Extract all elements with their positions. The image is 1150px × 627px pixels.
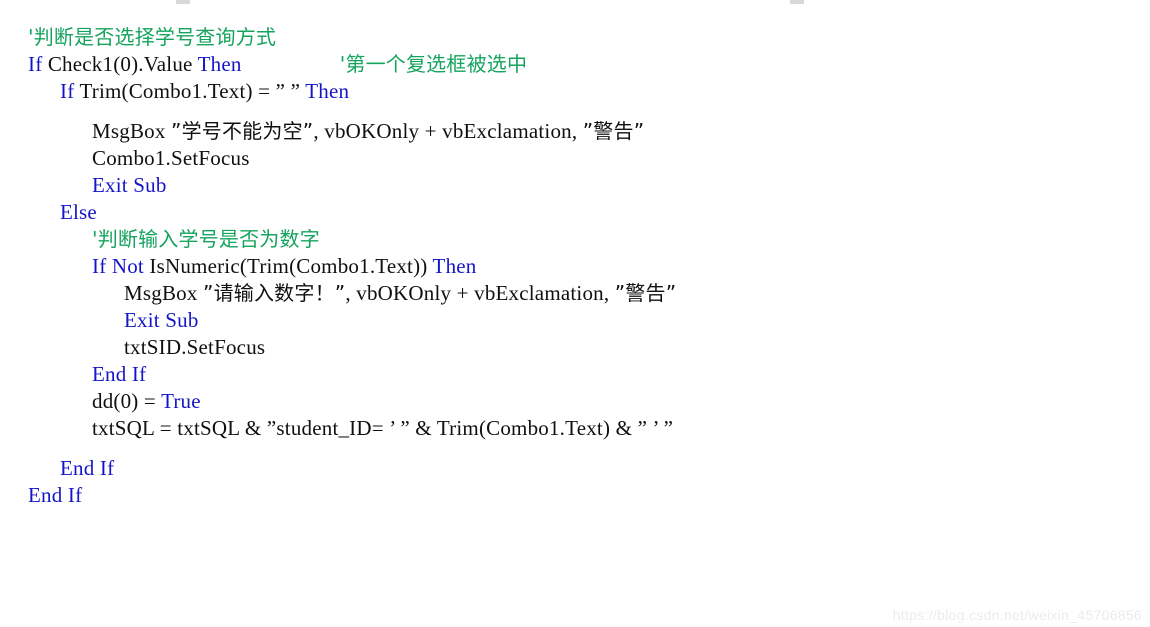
code-token-keyword: True bbox=[161, 389, 201, 413]
code-token-keyword: If bbox=[60, 79, 80, 103]
code-block: '判断是否选择学号查询方式 If Check1(0).Value Then '第一… bbox=[0, 24, 1150, 509]
code-token-keyword: Else bbox=[60, 200, 97, 224]
code-line: If Not IsNumeric(Trim(Combo1.Text)) Then bbox=[0, 253, 1150, 280]
code-line: Exit Sub bbox=[0, 307, 1150, 334]
code-line: If Trim(Combo1.Text) = ” ” Then bbox=[0, 78, 1150, 105]
code-line: '判断输入学号是否为数字 bbox=[0, 226, 1150, 253]
code-token-plain: IsNumeric(Trim(Combo1.Text)) bbox=[149, 254, 433, 278]
code-token-plain: txtSID.SetFocus bbox=[124, 335, 266, 359]
code-token-keyword: End If bbox=[92, 362, 147, 386]
code-token-plain: , vbOKOnly + vbExclamation, bbox=[345, 281, 615, 305]
code-line: MsgBox ”请输入数字！”, vbOKOnly + vbExclamatio… bbox=[0, 280, 1150, 307]
code-token-keyword: End If bbox=[60, 456, 115, 480]
code-token-plain: Trim(Combo1.Text) = ” ” bbox=[79, 79, 306, 103]
code-line: Else bbox=[0, 199, 1150, 226]
code-line: MsgBox ”学号不能为空”, vbOKOnly + vbExclamatio… bbox=[0, 118, 1150, 145]
code-token-keyword: If bbox=[92, 254, 112, 278]
code-token-plain: ”警告” bbox=[614, 281, 677, 305]
code-token-plain: Combo1.SetFocus bbox=[92, 146, 250, 170]
code-line: txtSQL = txtSQL & ”student_ID= ’ ” & Tri… bbox=[0, 415, 1150, 442]
code-token-keyword: Then bbox=[197, 52, 242, 76]
code-token-comment: '判断是否选择学号查询方式 bbox=[28, 25, 277, 49]
code-token-keyword: Exit Sub bbox=[124, 308, 199, 332]
code-line: txtSID.SetFocus bbox=[0, 334, 1150, 361]
code-token-keyword: End If bbox=[28, 483, 83, 507]
code-token-keyword: Exit Sub bbox=[92, 173, 167, 197]
code-token-plain: Check1(0).Value bbox=[47, 52, 198, 76]
code-token-keyword: Then bbox=[305, 79, 350, 103]
code-screenshot: '判断是否选择学号查询方式 If Check1(0).Value Then '第一… bbox=[0, 0, 1150, 627]
code-line: dd(0) = True bbox=[0, 388, 1150, 415]
capture-artifact-strip bbox=[0, 0, 1150, 8]
watermark: https://blog.csdn.net/weixin_45706856 bbox=[892, 607, 1142, 623]
code-line: End If bbox=[0, 482, 1150, 509]
code-line: Combo1.SetFocus bbox=[0, 145, 1150, 172]
code-line: End If bbox=[0, 361, 1150, 388]
code-token-plain: txtSQL = txtSQL & ”student_ID= ’ ” & Tri… bbox=[92, 416, 674, 440]
artifact-tick bbox=[176, 0, 190, 4]
code-line: Exit Sub bbox=[0, 172, 1150, 199]
artifact-tick bbox=[790, 0, 804, 4]
code-line: End If bbox=[0, 455, 1150, 482]
code-token-plain: MsgBox bbox=[92, 119, 172, 143]
code-token-plain: dd(0) = bbox=[92, 389, 162, 413]
code-token-keyword: If bbox=[28, 52, 48, 76]
code-line: '判断是否选择学号查询方式 bbox=[0, 24, 1150, 51]
code-token-plain: ”警告” bbox=[582, 119, 645, 143]
code-token-plain: , vbOKOnly + vbExclamation, bbox=[313, 119, 583, 143]
code-token-comment: '判断输入学号是否为数字 bbox=[92, 227, 320, 251]
code-line: If Check1(0).Value Then '第一个复选框被选中 bbox=[0, 51, 1150, 78]
code-token-keyword: Then bbox=[432, 254, 477, 278]
code-token-plain: MsgBox bbox=[124, 281, 204, 305]
code-token-keyword: Not bbox=[111, 254, 150, 278]
code-token-comment: '第一个复选框被选中 bbox=[339, 52, 528, 76]
code-token-plain: ”学号不能为空” bbox=[171, 119, 314, 143]
code-token-plain: ”请输入数字！” bbox=[203, 281, 346, 305]
